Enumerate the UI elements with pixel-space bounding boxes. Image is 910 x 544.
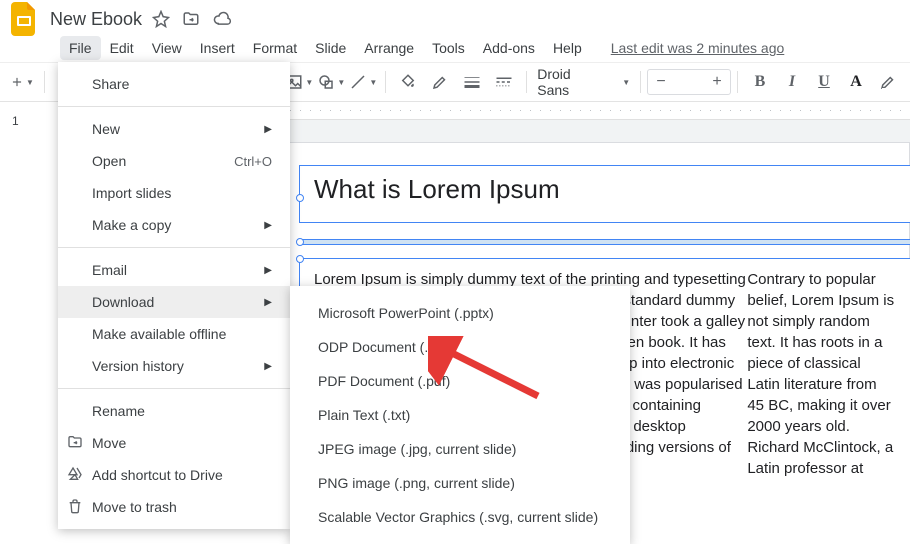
underline-button[interactable]: U xyxy=(808,67,840,97)
increase-font-button[interactable]: + xyxy=(704,73,730,91)
menu-open[interactable]: OpenCtrl+O xyxy=(58,145,290,177)
document-title[interactable]: New Ebook xyxy=(50,9,142,30)
menu-file[interactable]: File xyxy=(60,36,101,60)
font-size-control[interactable]: − + xyxy=(647,69,731,95)
menu-insert[interactable]: Insert xyxy=(191,36,244,60)
menu-view[interactable]: View xyxy=(143,36,191,60)
menu-rename[interactable]: Rename xyxy=(58,395,290,427)
line-tool[interactable]: ▼ xyxy=(347,67,379,97)
menu-download[interactable]: Download▶ xyxy=(58,286,290,318)
submenu-arrow-icon: ▶ xyxy=(264,265,272,276)
submenu-arrow-icon: ▶ xyxy=(264,220,272,231)
download-jpeg[interactable]: JPEG image (.jpg, current slide) xyxy=(290,432,630,466)
bold-button[interactable]: B xyxy=(744,67,776,97)
horizontal-ruler xyxy=(230,102,910,120)
cloud-status-icon[interactable] xyxy=(212,10,232,28)
folder-move-icon xyxy=(66,434,84,453)
download-txt[interactable]: Plain Text (.txt) xyxy=(290,398,630,432)
text-color-button[interactable]: A xyxy=(840,67,872,97)
menu-make-copy[interactable]: Make a copy▶ xyxy=(58,209,290,241)
menu-move[interactable]: Move xyxy=(58,427,290,459)
submenu-arrow-icon: ▶ xyxy=(264,124,272,135)
slides-logo-icon[interactable] xyxy=(10,1,38,37)
file-menu-dropdown: Share New▶ OpenCtrl+O Import slides Make… xyxy=(58,62,290,529)
drive-shortcut-icon xyxy=(66,466,84,485)
menu-arrange[interactable]: Arrange xyxy=(355,36,423,60)
fill-color-tool[interactable] xyxy=(392,67,424,97)
title-bar: New Ebook xyxy=(0,0,910,34)
download-pdf[interactable]: PDF Document (.pdf) xyxy=(290,364,630,398)
menu-import-slides[interactable]: Import slides xyxy=(58,177,290,209)
menu-new[interactable]: New▶ xyxy=(58,113,290,145)
title-text: What is Lorem Ipsum xyxy=(314,174,560,204)
trash-icon xyxy=(66,498,84,517)
move-to-folder-icon[interactable] xyxy=(182,10,200,28)
title-textbox[interactable]: What is Lorem Ipsum xyxy=(299,165,910,223)
border-color-tool[interactable] xyxy=(424,67,456,97)
menu-addons[interactable]: Add-ons xyxy=(474,36,544,60)
last-edit-link[interactable]: Last edit was 2 minutes ago xyxy=(611,40,785,56)
download-submenu: Microsoft PowerPoint (.pptx) ODP Documen… xyxy=(290,286,630,544)
download-png[interactable]: PNG image (.png, current slide) xyxy=(290,466,630,500)
italic-button[interactable]: I xyxy=(776,67,808,97)
body-paragraph-2: Contrary to popular belief, Lorem Ipsum … xyxy=(747,269,896,544)
menu-move-to-trash[interactable]: Move to trash xyxy=(58,491,290,523)
new-slide-button[interactable]: ▼ xyxy=(6,67,38,97)
font-family-label: Droid Sans xyxy=(537,66,600,98)
slide-panel: 1 xyxy=(0,102,60,525)
submenu-arrow-icon: ▶ xyxy=(264,361,272,372)
decrease-font-button[interactable]: − xyxy=(648,73,674,91)
divider-shape[interactable] xyxy=(299,239,910,245)
submenu-arrow-icon: ▶ xyxy=(264,297,272,308)
font-family-select[interactable]: Droid Sans ▼ xyxy=(533,66,634,98)
shortcut-label: Ctrl+O xyxy=(234,154,272,169)
border-weight-tool[interactable] xyxy=(456,67,488,97)
star-icon[interactable] xyxy=(152,10,170,28)
menu-email[interactable]: Email▶ xyxy=(58,254,290,286)
slide-number: 1 xyxy=(12,114,19,128)
highlight-color-button[interactable] xyxy=(872,67,904,97)
menu-tools[interactable]: Tools xyxy=(423,36,474,60)
menu-version-history[interactable]: Version history▶ xyxy=(58,350,290,382)
menu-share[interactable]: Share xyxy=(58,68,290,100)
menu-format[interactable]: Format xyxy=(244,36,306,60)
menu-add-shortcut-to-drive[interactable]: Add shortcut to Drive xyxy=(58,459,290,491)
border-dash-tool[interactable] xyxy=(488,67,520,97)
download-pptx[interactable]: Microsoft PowerPoint (.pptx) xyxy=(290,296,630,330)
menu-help[interactable]: Help xyxy=(544,36,591,60)
download-svg[interactable]: Scalable Vector Graphics (.svg, current … xyxy=(290,500,630,534)
shape-tool[interactable]: ▼ xyxy=(315,67,347,97)
menu-make-available-offline[interactable]: Make available offline xyxy=(58,318,290,350)
menu-slide[interactable]: Slide xyxy=(306,36,355,60)
download-odp[interactable]: ODP Document (.odp) xyxy=(290,330,630,364)
menu-bar: File Edit View Insert Format Slide Arran… xyxy=(0,34,910,62)
menu-edit[interactable]: Edit xyxy=(101,36,143,60)
